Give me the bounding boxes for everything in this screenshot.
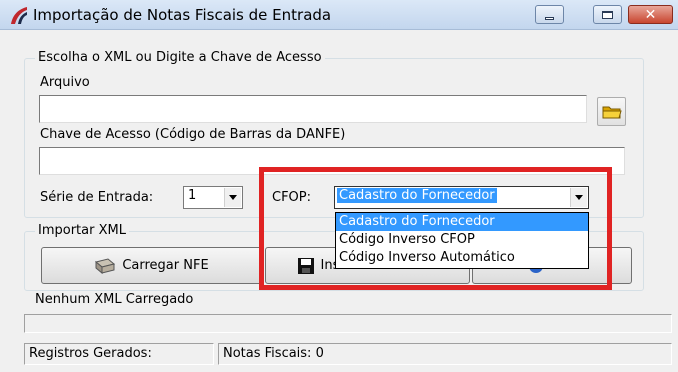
carregar-nfe-label: Carregar NFE — [122, 258, 209, 273]
import-xml-legend: Importar XML — [35, 223, 129, 238]
app-logo-icon — [11, 7, 27, 24]
status-notas: Notas Fiscais: 0 — [218, 343, 672, 365]
chave-label: Chave de Acesso (Código de Barras da DAN… — [40, 127, 346, 142]
xml-source-legend: Escolha o XML ou Digite a Chave de Acess… — [35, 50, 325, 65]
serie-select[interactable]: 1 — [183, 186, 243, 209]
import-window: Importação de Notas Fiscais de Entrada ✕… — [0, 0, 678, 372]
maximize-icon — [602, 10, 613, 19]
carregar-nfe-button[interactable]: Carregar NFE — [41, 247, 262, 284]
close-button[interactable]: ✕ — [628, 5, 673, 24]
minimize-icon — [545, 16, 554, 20]
window-title: Importação de Notas Fiscais de Entrada — [33, 6, 332, 24]
load-xml-icon — [95, 257, 116, 274]
status-registros: Registros Gerados: — [24, 343, 214, 365]
title-bar[interactable]: Importação de Notas Fiscais de Entrada ✕ — [0, 0, 678, 30]
serie-dropdown-arrow[interactable] — [224, 188, 241, 207]
highlight-annotation — [259, 167, 612, 290]
chevron-down-icon — [229, 195, 237, 200]
serie-label: Série de Entrada: — [40, 190, 154, 205]
progress-bar — [24, 314, 672, 333]
maximize-button[interactable] — [593, 5, 622, 24]
minimize-button[interactable] — [535, 5, 564, 24]
folder-icon — [602, 106, 622, 118]
close-icon: ✕ — [644, 6, 657, 23]
xml-status-message: Nenhum XML Carregado — [35, 292, 194, 307]
browse-file-button[interactable] — [597, 97, 626, 126]
arquivo-input[interactable] — [39, 95, 587, 123]
arquivo-label: Arquivo — [40, 75, 90, 90]
